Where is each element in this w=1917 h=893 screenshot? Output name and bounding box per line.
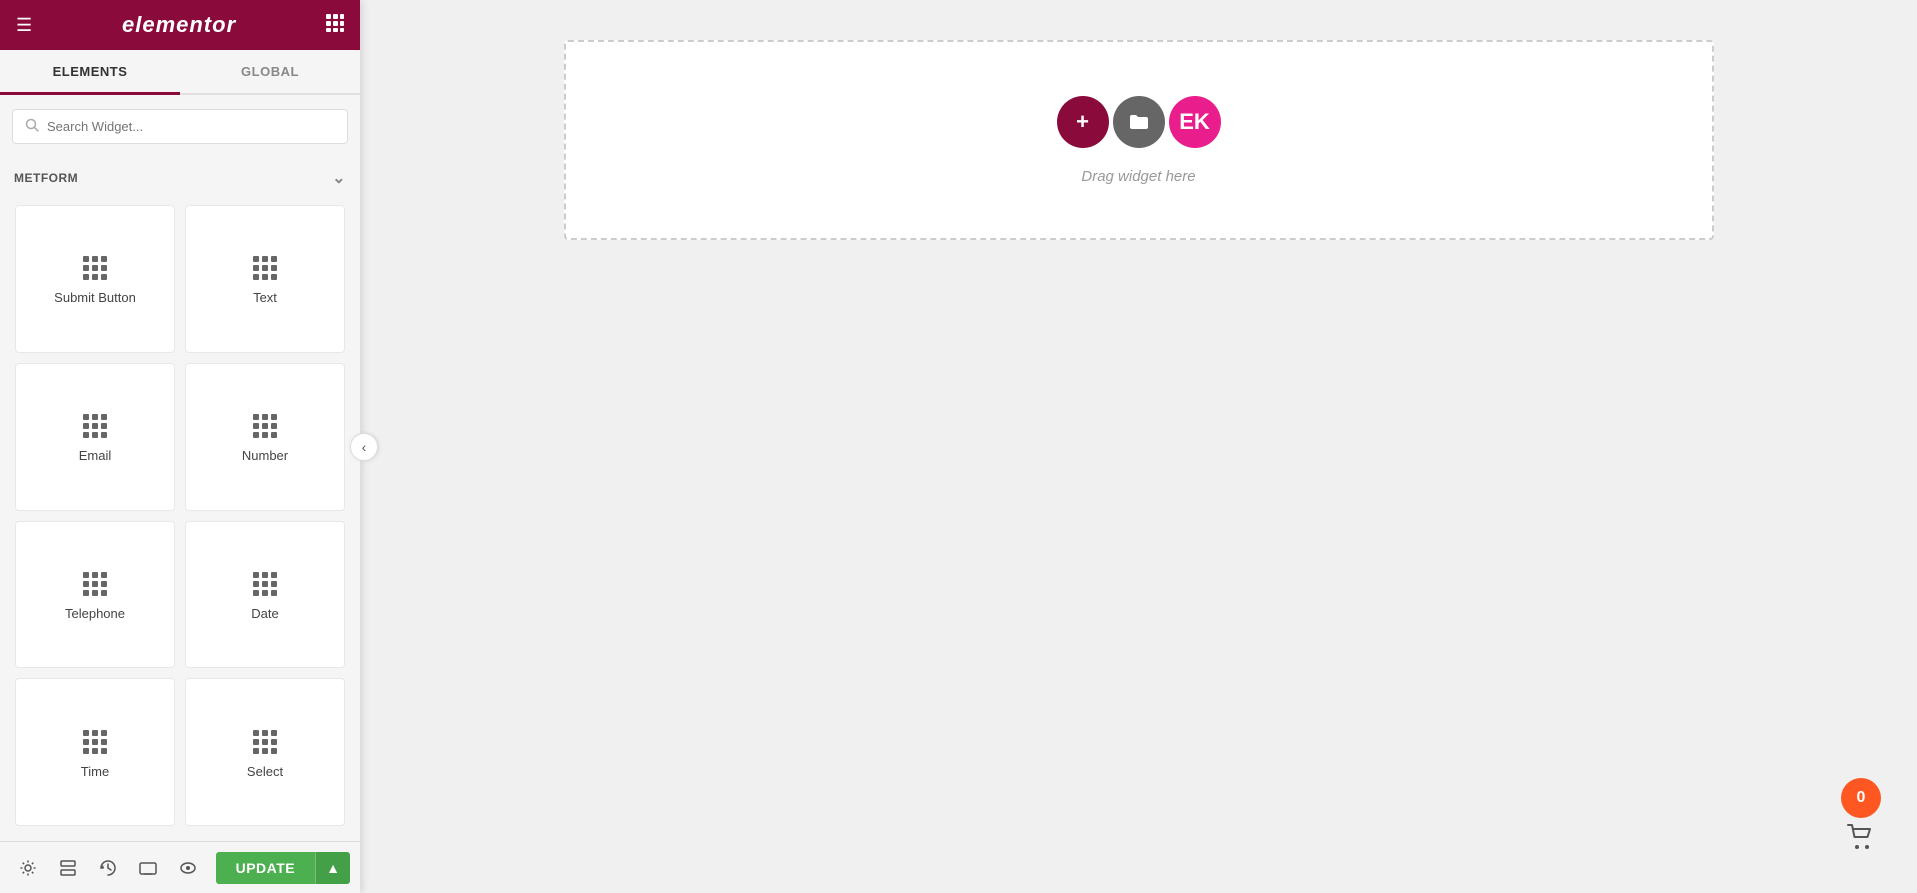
- ek-button[interactable]: EK: [1169, 96, 1221, 148]
- drop-zone-buttons: + EK: [1055, 96, 1223, 148]
- widget-email[interactable]: Email: [15, 363, 175, 511]
- widget-label: Number: [242, 448, 288, 463]
- bottom-toolbar: UPDATE ▲: [0, 841, 360, 893]
- cart-count-badge: 0: [1841, 778, 1881, 818]
- widget-text[interactable]: Text: [185, 205, 345, 353]
- widget-grid: Submit Button Text Email: [0, 196, 360, 841]
- search-container: [0, 95, 360, 158]
- settings-button[interactable]: [10, 850, 46, 886]
- tab-global[interactable]: GLOBAL: [180, 50, 360, 93]
- widget-select[interactable]: Select: [185, 678, 345, 826]
- widget-label: Time: [81, 764, 109, 779]
- widget-icon: [253, 414, 277, 438]
- elementor-logo: elementor: [122, 12, 236, 38]
- drop-zone: + EK Drag widget here: [564, 40, 1714, 240]
- search-input-wrap: [12, 109, 348, 144]
- widget-submit-button[interactable]: Submit Button: [15, 205, 175, 353]
- widget-icon: [253, 572, 277, 596]
- widget-label: Submit Button: [54, 290, 136, 305]
- templates-button[interactable]: [1113, 96, 1165, 148]
- search-input[interactable]: [47, 119, 335, 134]
- widget-date[interactable]: Date: [185, 521, 345, 669]
- tab-elements[interactable]: ELEMENTS: [0, 50, 180, 93]
- cart-icon: [1847, 824, 1875, 857]
- widget-icon: [83, 414, 107, 438]
- widget-number[interactable]: Number: [185, 363, 345, 511]
- widget-telephone[interactable]: Telephone: [15, 521, 175, 669]
- search-icon: [25, 118, 39, 135]
- update-button-group: UPDATE ▲: [216, 852, 350, 884]
- sidebar-tabs: ELEMENTS GLOBAL: [0, 50, 360, 95]
- widget-time[interactable]: Time: [15, 678, 175, 826]
- sidebar-header: ☰ elementor: [0, 0, 360, 50]
- drag-hint: Drag widget here: [1081, 168, 1195, 185]
- add-section-button[interactable]: +: [1057, 96, 1109, 148]
- widget-icon: [253, 730, 277, 754]
- widget-label: Email: [79, 448, 112, 463]
- hamburger-icon[interactable]: ☰: [16, 15, 32, 36]
- widget-icon: [83, 730, 107, 754]
- layers-button[interactable]: [50, 850, 86, 886]
- responsive-button[interactable]: [130, 850, 166, 886]
- history-button[interactable]: [90, 850, 126, 886]
- preview-button[interactable]: [170, 850, 206, 886]
- collapse-sidebar-button[interactable]: ‹: [350, 433, 378, 461]
- apps-grid-icon[interactable]: [326, 14, 344, 37]
- widget-label: Telephone: [65, 606, 125, 621]
- widget-icon: [83, 572, 107, 596]
- widget-label: Date: [251, 606, 278, 621]
- update-arrow-button[interactable]: ▲: [315, 852, 350, 884]
- widget-icon: [83, 256, 107, 280]
- widget-icon: [253, 256, 277, 280]
- widget-label: Select: [247, 764, 283, 779]
- cart-badge[interactable]: 0: [1841, 778, 1881, 857]
- widget-label: Text: [253, 290, 277, 305]
- update-button[interactable]: UPDATE: [216, 852, 316, 884]
- canvas-area: + EK Drag widget here: [360, 0, 1917, 893]
- chevron-down-icon: ⌄: [332, 168, 346, 188]
- metform-section-label[interactable]: METFORM ⌄: [0, 158, 360, 196]
- sidebar: ☰ elementor ELEMENTS GLOBAL: [0, 0, 360, 893]
